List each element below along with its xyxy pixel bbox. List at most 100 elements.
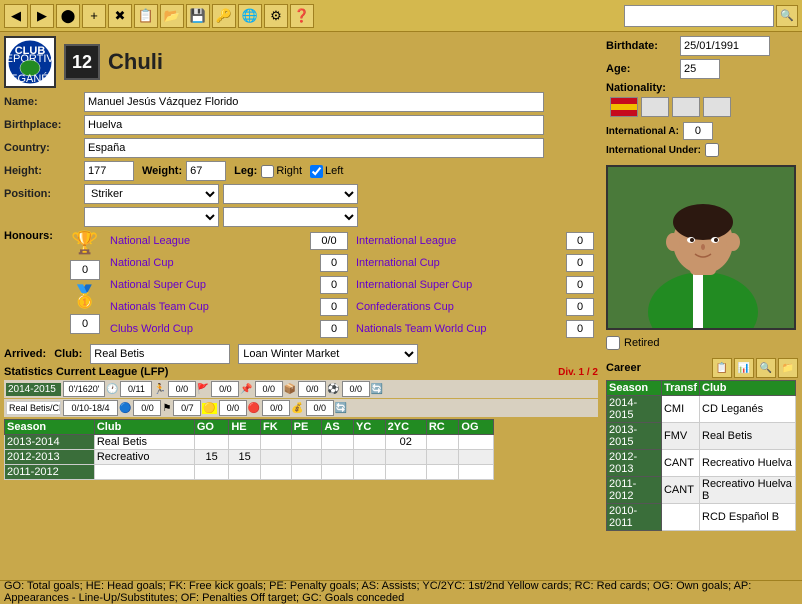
career-nav-btn3[interactable]: 🔍 bbox=[756, 358, 776, 378]
intl-under-checkbox[interactable] bbox=[705, 143, 719, 157]
honours-grid: National League 0/0 International League… bbox=[106, 230, 598, 340]
confederations-cup-row: Confederations Cup 0 bbox=[352, 296, 598, 318]
career-nav-btn4[interactable]: 📁 bbox=[778, 358, 798, 378]
history-cell-0-pe bbox=[291, 435, 322, 450]
career-nav-btn1[interactable]: 📋 bbox=[712, 358, 732, 378]
career-table: Season Transf Club 2014-2015CMICD Legané… bbox=[606, 380, 796, 531]
next-btn[interactable]: ▶ bbox=[30, 4, 54, 28]
international-super-cup-label[interactable]: International Super Cup bbox=[356, 279, 472, 291]
birthplace-input[interactable] bbox=[84, 115, 544, 135]
prev-btn[interactable]: ◀ bbox=[4, 4, 28, 28]
name-label: Name: bbox=[4, 96, 84, 108]
country-input[interactable] bbox=[84, 138, 544, 158]
history-col-fk: FK bbox=[260, 420, 291, 435]
club-label: Club: bbox=[54, 348, 82, 360]
clubs-world-cup-label[interactable]: Clubs World Cup bbox=[110, 323, 193, 335]
history-col-pe: PE bbox=[291, 420, 322, 435]
position-row: Position: Striker bbox=[4, 184, 598, 204]
national-super-cup-val: 0 bbox=[320, 276, 348, 294]
trophy2-icon: 🥇 bbox=[71, 284, 98, 310]
career-section: Career 📋 📊 🔍 📁 Season Transf Club bbox=[606, 358, 798, 576]
retired-row: Retired bbox=[606, 336, 798, 350]
retired-checkbox[interactable] bbox=[606, 336, 620, 350]
copy-btn[interactable]: 📋 bbox=[134, 4, 158, 28]
history-cell-1-as bbox=[322, 450, 354, 465]
intl-under-label: International Under: bbox=[606, 145, 701, 156]
history-cell-0-club: Real Betis bbox=[94, 435, 194, 450]
trophy2-count[interactable] bbox=[70, 314, 100, 334]
minutes-box: 0'/1620' 🕐 bbox=[63, 381, 118, 397]
footer-text: GO: Total goals; HE: Head goals; FK: Fre… bbox=[4, 580, 798, 604]
retired-label: Retired bbox=[624, 337, 659, 349]
apps2-box: 0/10-18/4 🔵 bbox=[63, 400, 131, 416]
delete-btn[interactable]: ✖ bbox=[108, 4, 132, 28]
arrived-label: Arrived: bbox=[4, 348, 46, 360]
club-logo: CLUB DEPORTIVO LEGANÉS bbox=[4, 36, 56, 88]
history-cell-1-yc bbox=[354, 450, 386, 465]
apps-box: 0/11 🏃 bbox=[120, 381, 165, 397]
flags-row bbox=[610, 97, 798, 117]
career-transf-4 bbox=[661, 504, 699, 531]
market-select[interactable]: Loan Winter Market bbox=[238, 344, 418, 364]
history-cell-2-season: 2011-2012 bbox=[5, 465, 95, 480]
r2v5-box: 0/0 🔄 bbox=[306, 400, 347, 416]
lock-btn[interactable]: 🔑 bbox=[212, 4, 236, 28]
leg-right-checkbox[interactable] bbox=[261, 165, 274, 178]
career-season-0: 2014-2015 bbox=[607, 396, 662, 423]
open-btn[interactable]: 📂 bbox=[160, 4, 184, 28]
history-cell-1-rc bbox=[426, 450, 459, 465]
international-league-label[interactable]: International League bbox=[356, 235, 456, 247]
record-btn[interactable]: ⬤ bbox=[56, 4, 80, 28]
globe-btn[interactable]: 🌐 bbox=[238, 4, 262, 28]
position2-select[interactable] bbox=[223, 184, 358, 204]
position4-select[interactable] bbox=[223, 207, 358, 227]
leg-left-checkbox[interactable] bbox=[310, 165, 323, 178]
national-league-label[interactable]: National League bbox=[110, 235, 190, 247]
nationals-team-cup-label[interactable]: Nationals Team Cup bbox=[110, 301, 209, 313]
club-input[interactable] bbox=[90, 344, 230, 364]
international-league-val: 0 bbox=[566, 232, 594, 250]
history-cell-1-club: Recreativo bbox=[94, 450, 194, 465]
history-col-rc: RC bbox=[426, 420, 459, 435]
player-header: CLUB DEPORTIVO LEGANÉS 12 Chuli bbox=[4, 36, 598, 88]
clubs-world-cup-row: Clubs World Cup 0 bbox=[106, 318, 352, 340]
intl-a-input[interactable] bbox=[683, 122, 713, 140]
r2v1-box: 0/0 ⚑ bbox=[133, 400, 171, 416]
add-btn[interactable]: + bbox=[82, 4, 106, 28]
trophy1-count[interactable] bbox=[70, 260, 100, 280]
history-cell-1-go: 15 bbox=[194, 450, 229, 465]
nationals-world-cup-label[interactable]: Nationals Team World Cup bbox=[356, 323, 486, 335]
full-name-input[interactable] bbox=[84, 92, 544, 112]
minutes-val: 0'/1620' bbox=[63, 381, 105, 397]
stats-club2: Real Betis/CD Leganés bbox=[6, 401, 61, 415]
nationals-team-cup-row: Nationals Team Cup 0 bbox=[106, 296, 352, 318]
flag1 bbox=[610, 97, 638, 117]
weight-input[interactable] bbox=[186, 161, 226, 181]
career-nav-btn2[interactable]: 📊 bbox=[734, 358, 754, 378]
trophy1-icon: 🏆 bbox=[71, 230, 98, 256]
intl-under-row: International Under: bbox=[606, 143, 798, 157]
position3-select[interactable] bbox=[84, 207, 219, 227]
career-transf-3: CANT bbox=[661, 477, 699, 504]
name-row: Name: bbox=[4, 92, 598, 112]
height-input[interactable] bbox=[84, 161, 134, 181]
international-cup-label[interactable]: International Cup bbox=[356, 257, 440, 269]
career-col-season: Season bbox=[607, 381, 662, 396]
search-btn[interactable]: 🔍 bbox=[776, 5, 798, 27]
position1-select[interactable]: Striker bbox=[84, 184, 219, 204]
search-input[interactable]: Chuli bbox=[624, 5, 774, 27]
save-btn[interactable]: 💾 bbox=[186, 4, 210, 28]
r2v4-box: 0/0 💰 bbox=[262, 400, 303, 416]
main-content: CLUB DEPORTIVO LEGANÉS 12 Chuli Name: Bi… bbox=[0, 32, 802, 580]
national-cup-label[interactable]: National Cup bbox=[110, 257, 174, 269]
international-cup-row: International Cup 0 bbox=[352, 252, 598, 274]
history-cell-1-fk bbox=[260, 450, 291, 465]
national-super-cup-label[interactable]: National Super Cup bbox=[110, 279, 206, 291]
birthdate-input[interactable] bbox=[680, 36, 770, 56]
help-btn[interactable]: ❓ bbox=[290, 4, 314, 28]
settings-btn[interactable]: ⚙ bbox=[264, 4, 288, 28]
flag2 bbox=[641, 97, 669, 117]
age-input[interactable] bbox=[680, 59, 720, 79]
confederations-cup-label[interactable]: Confederations Cup bbox=[356, 301, 454, 313]
national-super-cup-row: National Super Cup 0 bbox=[106, 274, 352, 296]
